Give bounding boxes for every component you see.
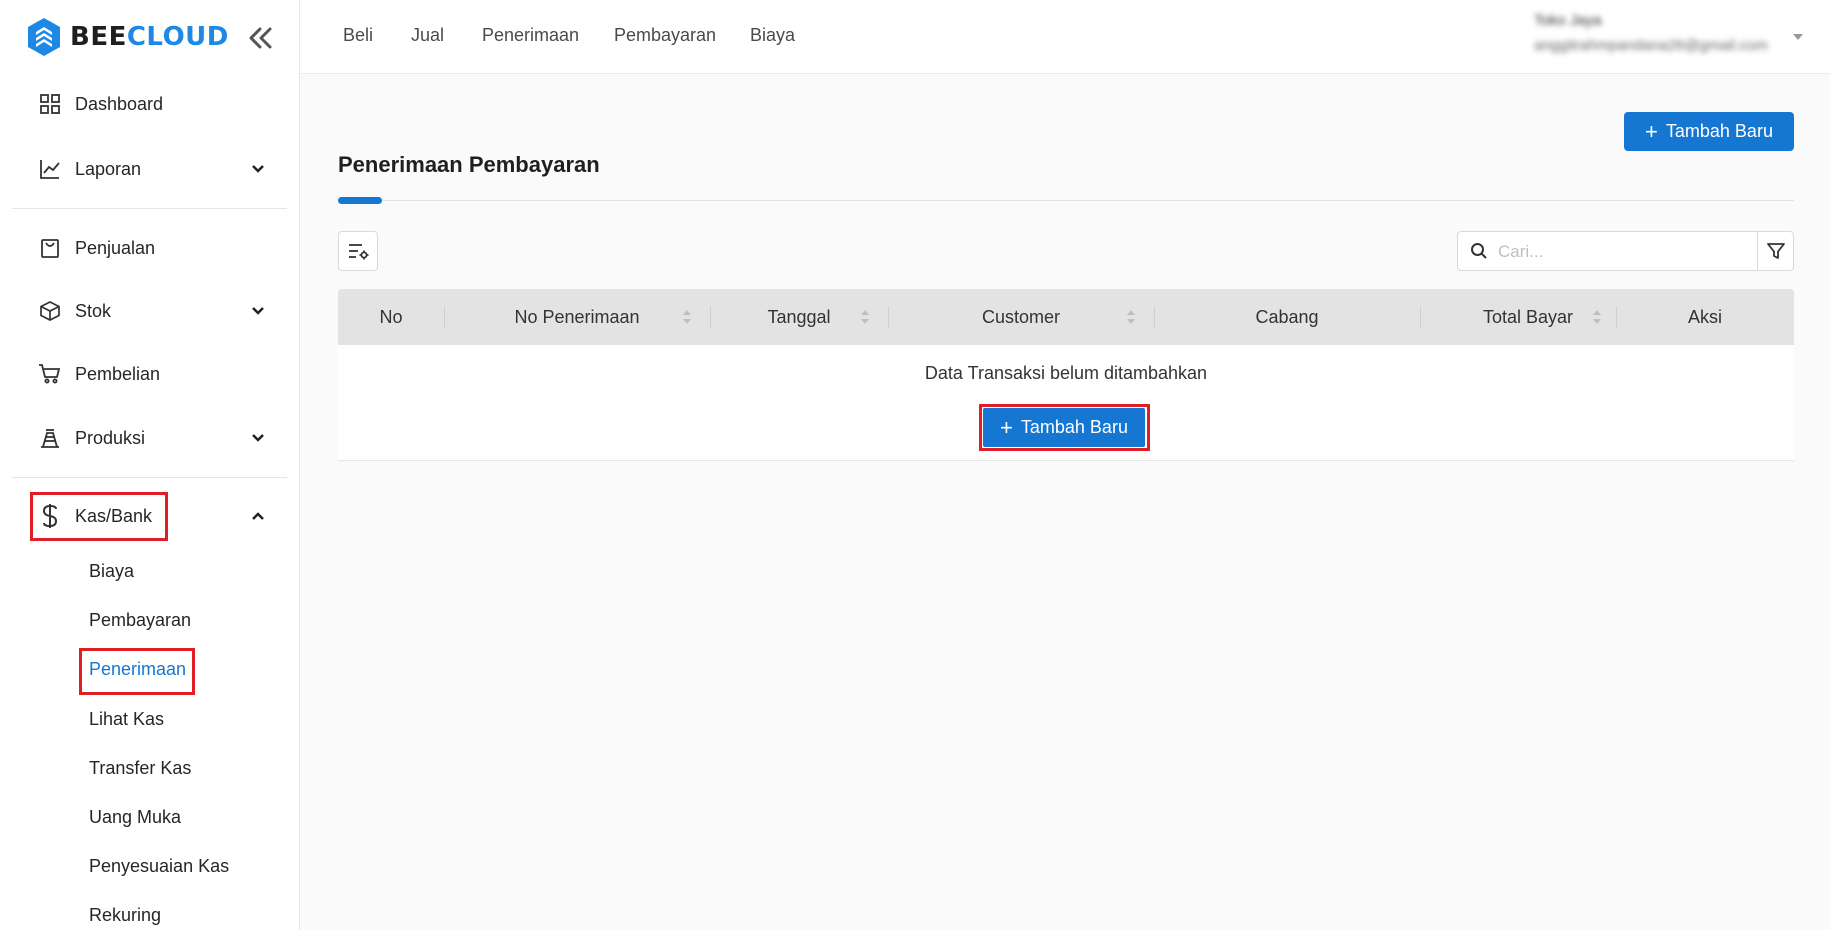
- topnav-biaya[interactable]: Biaya: [750, 25, 795, 46]
- sort-icon: [1593, 310, 1601, 324]
- dollar-icon: [38, 504, 62, 528]
- empty-state-text: Data Transaksi belum ditambahkan: [924, 363, 1208, 383]
- column-header-cabang: Cabang: [1255, 306, 1319, 327]
- topnav-pembayaran[interactable]: Pembayaran: [614, 25, 716, 46]
- submenu-item-transfer-kas[interactable]: Transfer Kas: [89, 758, 191, 779]
- topnav-penerimaan[interactable]: Penerimaan: [482, 25, 579, 46]
- topnav-beli[interactable]: Beli: [343, 25, 373, 46]
- shopping-bag-icon: [38, 236, 62, 260]
- chevron-down-icon: [248, 301, 268, 321]
- empty-add-new-button[interactable]: + Tambah Baru: [983, 408, 1145, 447]
- sidebar: BEECLOUD Dashboard Laporan Penjualan Sto…: [0, 0, 300, 930]
- factory-icon: [38, 426, 62, 450]
- chevron-down-icon: [248, 159, 268, 179]
- empty-add-new-label: Tambah Baru: [1020, 417, 1128, 437]
- sidebar-item-label: Laporan: [75, 158, 142, 179]
- submenu-item-pembayaran[interactable]: Pembayaran: [89, 610, 191, 631]
- sort-icon: [683, 310, 691, 324]
- cart-icon: [38, 362, 62, 386]
- sidebar-item-label: Kas/Bank: [75, 505, 153, 526]
- search-input[interactable]: [1496, 238, 1746, 266]
- search-box: [1457, 231, 1758, 271]
- beecloud-logo-icon: [28, 18, 60, 56]
- filter-button[interactable]: [1757, 231, 1794, 271]
- filter-icon: [1766, 243, 1785, 259]
- sidebar-divider: [12, 208, 287, 209]
- grid-icon: [38, 92, 62, 116]
- chevron-up-icon: [248, 506, 268, 526]
- double-chevron-left-icon: [249, 27, 272, 49]
- sidebar-divider: [12, 477, 287, 478]
- list-settings-icon: [349, 244, 369, 260]
- user-name: Toko Jaya: [1534, 12, 1602, 29]
- sidebar-item-label: Pembelian: [75, 363, 161, 384]
- topnav-jual[interactable]: Jual: [411, 25, 444, 46]
- column-header-aksi: Aksi: [1687, 306, 1722, 327]
- submenu-item-lihat-kas[interactable]: Lihat Kas: [89, 709, 164, 730]
- brand-logo[interactable]: BEECLOUD: [26, 17, 229, 57]
- title-divider: [338, 200, 1794, 201]
- chart-line-icon: [38, 157, 62, 181]
- column-header-customer[interactable]: Customer: [888, 289, 1154, 345]
- sidebar-item-label: Penjualan: [75, 237, 156, 258]
- title-accent-bar: [338, 197, 382, 204]
- submenu-item-biaya[interactable]: Biaya: [89, 561, 134, 582]
- sidebar-item-label: Dashboard: [75, 93, 164, 114]
- sidebar-item-penjualan[interactable]: Penjualan: [12, 224, 287, 272]
- box-icon: [38, 299, 62, 323]
- submenu-item-rekuring[interactable]: Rekuring: [89, 905, 161, 926]
- page-title: Penerimaan Pembayaran: [338, 152, 600, 177]
- table-header: No No Penerimaan Tanggal Customer Cabang…: [338, 289, 1794, 345]
- submenu-item-penerimaan[interactable]: Penerimaan: [89, 659, 186, 680]
- sidebar-item-label: Produksi: [75, 427, 146, 448]
- sort-icon: [861, 310, 869, 324]
- column-header-no: No: [379, 306, 403, 327]
- sidebar-item-stok[interactable]: Stok: [12, 287, 287, 335]
- sort-icon: [1127, 310, 1135, 324]
- sidebar-item-laporan[interactable]: Laporan: [12, 145, 287, 193]
- plus-icon: +: [1000, 414, 1013, 440]
- sidebar-item-label: Stok: [75, 300, 112, 321]
- column-header-total-bayar[interactable]: Total Bayar: [1420, 289, 1616, 345]
- collapse-sidebar-button[interactable]: [244, 22, 276, 54]
- column-header-no-penerimaan[interactable]: No Penerimaan: [444, 289, 710, 345]
- sidebar-item-pembelian[interactable]: Pembelian: [12, 350, 287, 398]
- user-menu[interactable]: Toko Jaya anggitrahmpandana26@gmail.com: [1534, 12, 1784, 62]
- submenu-item-penyesuaian-kas[interactable]: Penyesuaian Kas: [89, 856, 229, 877]
- caret-down-icon[interactable]: [1790, 30, 1806, 44]
- add-new-button[interactable]: + Tambah Baru: [1624, 112, 1794, 151]
- submenu-item-uang-muka[interactable]: Uang Muka: [89, 807, 181, 828]
- column-header-tanggal[interactable]: Tanggal: [710, 289, 888, 345]
- column-settings-button[interactable]: [338, 231, 378, 271]
- search-icon: [1471, 243, 1487, 259]
- sidebar-item-kas-bank[interactable]: Kas/Bank: [12, 492, 287, 540]
- user-email: anggitrahmpandana26@gmail.com: [1534, 37, 1768, 54]
- chevron-down-icon: [248, 428, 268, 448]
- plus-icon: +: [1645, 118, 1658, 144]
- brand-name: BEECLOUD: [70, 22, 229, 52]
- add-new-label: Tambah Baru: [1665, 121, 1773, 141]
- sidebar-item-produksi[interactable]: Produksi: [12, 414, 287, 462]
- sidebar-item-dashboard[interactable]: Dashboard: [12, 80, 287, 128]
